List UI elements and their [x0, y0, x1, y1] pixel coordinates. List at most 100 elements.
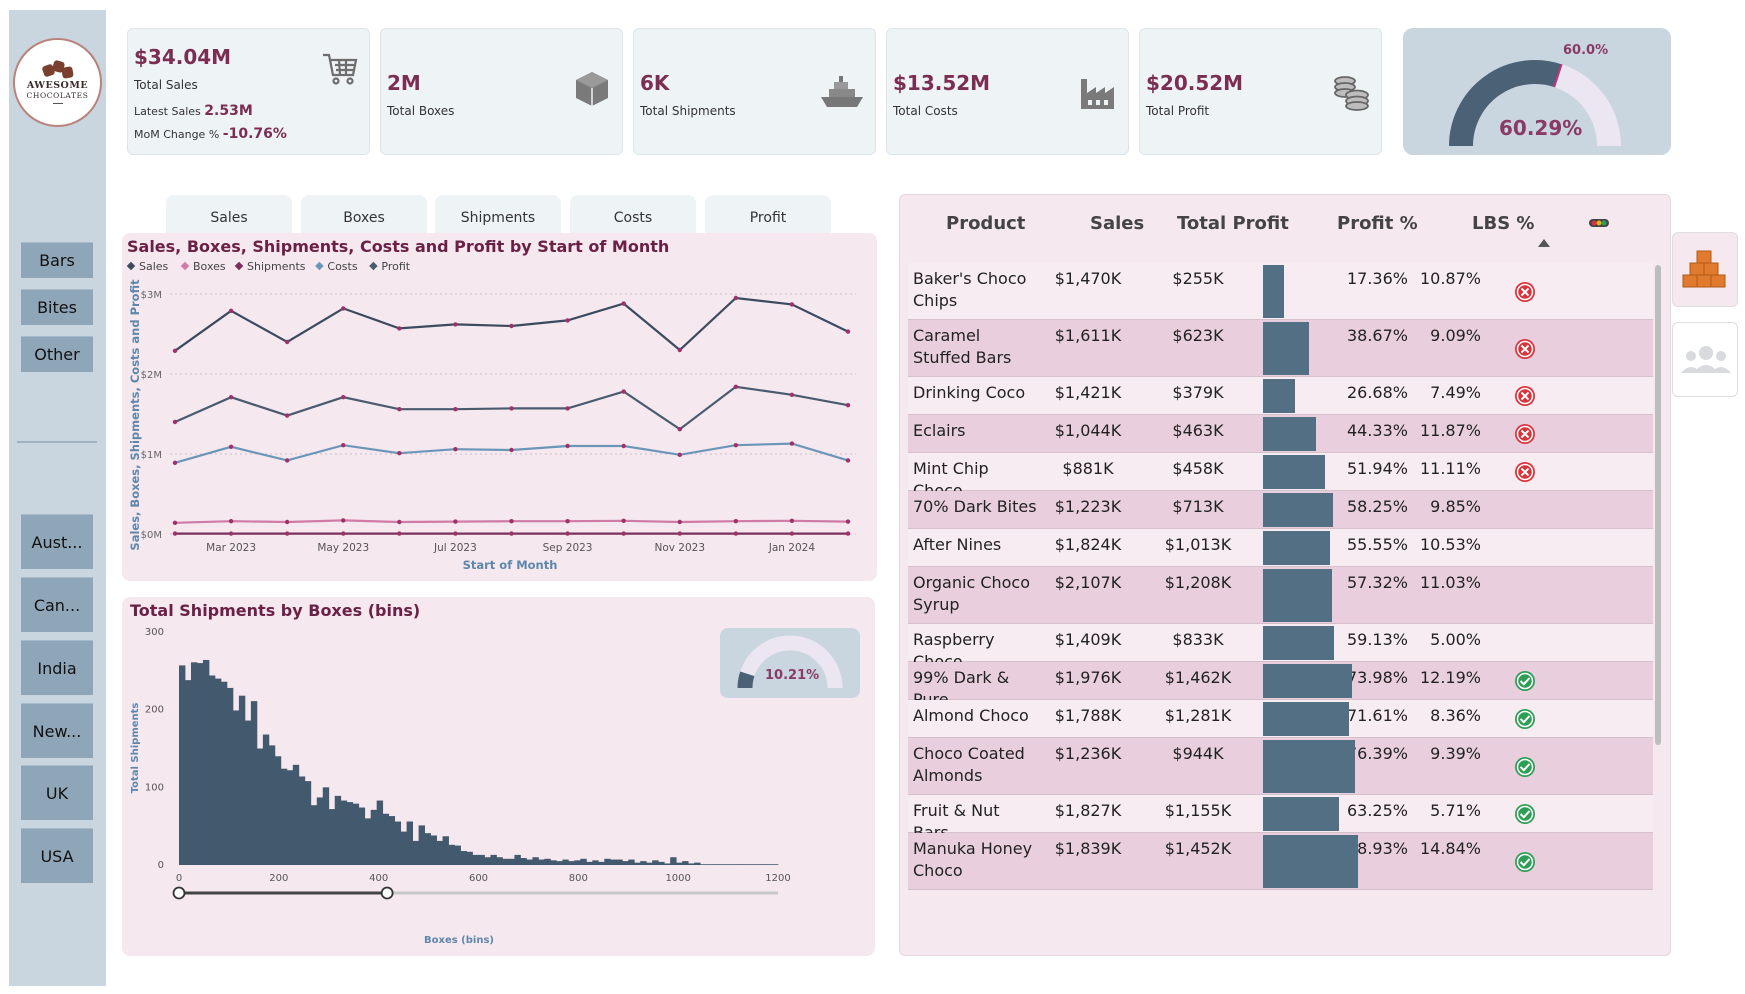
col-header-lbs-pct[interactable]: LBS %	[1472, 213, 1534, 234]
histogram-bar[interactable]	[694, 862, 701, 865]
histogram-bar[interactable]	[328, 809, 336, 865]
data-point-profit[interactable]	[509, 406, 514, 411]
histogram-bar[interactable]	[196, 663, 204, 865]
histogram-bar[interactable]	[370, 809, 378, 865]
histogram-bar[interactable]	[484, 857, 491, 865]
data-point-shipments[interactable]	[284, 531, 290, 536]
histogram-bar[interactable]	[730, 864, 737, 865]
data-point-shipments[interactable]	[621, 531, 626, 536]
col-header-sales[interactable]: Sales	[1090, 213, 1144, 234]
data-point-shipments[interactable]	[677, 531, 682, 536]
country-new-zealand-button[interactable]: New...	[21, 703, 93, 758]
histogram-bar[interactable]	[676, 862, 683, 865]
country-india-button[interactable]: India	[21, 640, 93, 695]
histogram-bar[interactable]	[388, 816, 396, 865]
histogram-bar[interactable]	[232, 710, 240, 865]
data-point-costs[interactable]	[509, 447, 514, 453]
data-point-boxes[interactable]	[341, 518, 346, 523]
col-header-total-profit[interactable]: Total Profit	[1177, 213, 1289, 234]
col-header-product[interactable]: Product	[946, 213, 1025, 234]
data-point-sales[interactable]	[509, 323, 514, 329]
sort-ascending-icon[interactable]	[1538, 239, 1550, 247]
histogram-bar[interactable]	[724, 864, 731, 865]
tab-shipments[interactable]: Shipments	[435, 195, 561, 237]
histogram-bar[interactable]	[436, 840, 443, 865]
histogram-bar[interactable]	[670, 857, 677, 865]
histogram-bar[interactable]	[406, 821, 414, 865]
histogram-bar[interactable]	[658, 861, 665, 865]
histogram-bar[interactable]	[754, 864, 761, 865]
data-point-boxes[interactable]	[621, 518, 626, 523]
data-point-costs[interactable]	[677, 452, 682, 457]
data-point-profit[interactable]	[677, 427, 682, 432]
histogram-bar[interactable]	[400, 831, 408, 865]
histogram-bar[interactable]	[514, 854, 521, 865]
data-point-sales[interactable]	[453, 322, 458, 327]
data-point-costs[interactable]	[453, 447, 458, 452]
histogram-bar[interactable]	[646, 862, 653, 865]
histogram-bar[interactable]	[496, 857, 503, 865]
table-row[interactable]: Eclairs $1,044K $463K 44.33% 11.87%	[908, 415, 1653, 453]
histogram-bar[interactable]	[634, 862, 641, 865]
histogram-bar[interactable]	[562, 859, 569, 865]
data-point-profit[interactable]	[397, 407, 402, 412]
data-point-shipments[interactable]	[228, 531, 234, 536]
histogram-bar[interactable]	[364, 818, 372, 865]
country-usa-button[interactable]: USA	[21, 828, 93, 883]
data-point-boxes[interactable]	[453, 519, 458, 524]
data-point-sales[interactable]	[677, 347, 682, 353]
histogram-bar[interactable]	[286, 770, 294, 865]
histogram-bar[interactable]	[652, 860, 659, 865]
histogram-bar[interactable]	[208, 675, 216, 865]
data-point-costs[interactable]	[397, 451, 402, 456]
histogram-bar[interactable]	[736, 864, 743, 865]
histogram-bar[interactable]	[202, 659, 210, 865]
table-row[interactable]: Caramel Stuffed Bars $1,611K $623K 38.67% 9.…	[908, 320, 1653, 377]
data-point-sales[interactable]	[284, 339, 290, 345]
histogram-bar[interactable]	[466, 851, 473, 865]
range-slider-handle-min[interactable]	[172, 886, 186, 900]
slicer-bars-button[interactable]: Bars	[21, 242, 93, 278]
products-view-button[interactable]	[1672, 232, 1738, 307]
histogram-bar[interactable]	[310, 805, 318, 865]
table-row[interactable]: Almond Choco $1,788K $1,281K 71.61% 8.36%	[908, 700, 1653, 738]
histogram-bar[interactable]	[226, 687, 234, 865]
data-point-costs[interactable]	[733, 443, 739, 448]
data-point-boxes[interactable]	[509, 519, 514, 524]
table-row[interactable]: Organic Choco Syrup $2,107K $1,208K 57.32% 1…	[908, 567, 1653, 624]
data-point-profit[interactable]	[789, 392, 795, 397]
data-point-costs[interactable]	[845, 458, 851, 463]
data-point-costs[interactable]	[621, 443, 626, 449]
histogram-bar[interactable]	[352, 803, 360, 865]
histogram-bar[interactable]	[508, 858, 515, 865]
data-point-boxes[interactable]	[565, 519, 570, 524]
histogram-bar[interactable]	[190, 662, 198, 865]
histogram-bar[interactable]	[538, 859, 545, 865]
data-point-shipments[interactable]	[341, 531, 346, 536]
data-point-profit[interactable]	[284, 413, 290, 418]
data-point-costs[interactable]	[228, 444, 234, 449]
histogram-bar[interactable]	[262, 734, 270, 865]
histogram-bar[interactable]	[640, 861, 647, 865]
data-point-costs[interactable]	[565, 443, 570, 449]
data-point-boxes[interactable]	[172, 520, 178, 525]
tab-profit[interactable]: Profit	[705, 195, 831, 237]
tab-costs[interactable]: Costs	[570, 195, 696, 237]
tab-sales[interactable]: Sales	[166, 195, 292, 237]
data-point-costs[interactable]	[341, 443, 346, 448]
histogram-bar[interactable]	[220, 681, 228, 865]
country-australia-button[interactable]: Aust...	[21, 514, 93, 569]
histogram-bar[interactable]	[214, 678, 222, 865]
histogram-bar[interactable]	[179, 665, 186, 865]
data-point-profit[interactable]	[228, 395, 234, 400]
table-row[interactable]: Baker's Choco Chips $1,470K $255K 17.36% 10.…	[908, 263, 1653, 320]
histogram-bar[interactable]	[346, 802, 354, 865]
data-point-profit[interactable]	[565, 406, 570, 411]
table-row[interactable]: Choco Coated Almonds $1,236K $944K 76.39% 9.…	[908, 738, 1653, 795]
histogram-bar[interactable]	[706, 864, 713, 865]
data-point-shipments[interactable]	[172, 531, 178, 536]
data-point-sales[interactable]	[341, 306, 346, 311]
histogram-bar[interactable]	[376, 800, 384, 865]
histogram-bar[interactable]	[742, 864, 749, 865]
histogram-bar[interactable]	[610, 859, 617, 865]
